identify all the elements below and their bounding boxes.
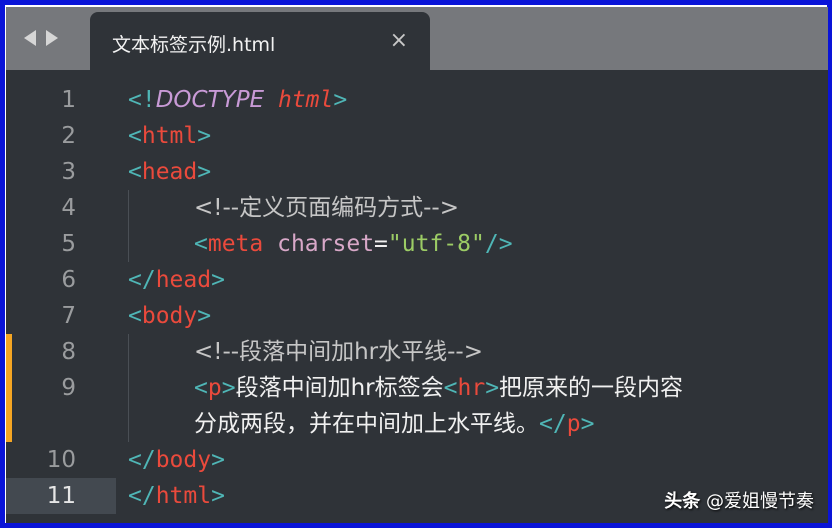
code-token: > (211, 483, 225, 509)
code-token: html (141, 123, 198, 149)
code-line[interactable]: 4 <!--定义页面编码方式--> (6, 190, 828, 226)
code-token: < (128, 303, 142, 329)
code-token: < (194, 231, 208, 257)
code-token: = (374, 231, 388, 257)
code-editor[interactable]: 1 <!DOCTYPE html> 2 <html> 3 <head> 4 <!--定义页面编… (6, 70, 828, 523)
code-content: <body> (128, 298, 211, 334)
tab-active-file[interactable]: 文本标签示例.html × (90, 12, 430, 70)
code-token: </ (128, 267, 156, 293)
code-token: > (580, 411, 595, 437)
code-token: body (141, 303, 198, 329)
code-content: <html> (128, 118, 211, 154)
code-line[interactable]: 5 <meta charset="utf-8"/> (6, 226, 828, 262)
code-token: </ (128, 483, 156, 509)
code-line[interactable]: 10 </body> (6, 442, 828, 478)
watermark: 头条 @爱姐慢节奏 (664, 487, 814, 513)
tab-navigation (24, 27, 58, 49)
line-number: 1 (61, 87, 76, 113)
code-token: > (211, 267, 225, 293)
back-arrow-icon[interactable] (24, 30, 36, 46)
code-token: hr (457, 375, 486, 401)
code-token: p (566, 411, 581, 437)
code-content: </html> (128, 478, 225, 514)
code-token: body (155, 447, 212, 473)
code-token: p (207, 375, 222, 401)
code-token: </ (128, 447, 156, 473)
code-token: > (485, 375, 500, 401)
code-token: > (197, 303, 212, 329)
code-line[interactable]: 6 </head> (6, 262, 828, 298)
code-token: 段落中间加hr标签会 (235, 375, 444, 401)
code-token: html (277, 87, 334, 113)
tab-title: 文本标签示例.html (112, 34, 276, 56)
code-token: < (443, 375, 458, 401)
tab-bar: 文本标签示例.html × (6, 7, 828, 70)
code-line[interactable]: 1 <!DOCTYPE html> (6, 82, 828, 118)
code-token: <!--定义页面编码方式--> (194, 195, 459, 221)
line-number: 8 (61, 339, 76, 365)
code-line[interactable]: 分成两段，并在中间加上水平线。</p> (6, 406, 828, 442)
watermark-handle: @爱姐慢节奏 (706, 491, 814, 512)
line-number: 7 (61, 303, 76, 329)
code-token: 把原来的一段内容 (499, 375, 684, 401)
code-token: > (221, 375, 236, 401)
watermark-brand: 头条 (664, 491, 701, 512)
line-number: 9 (61, 375, 76, 401)
code-line[interactable]: 7 <body> (6, 298, 828, 334)
line-number: 11 (46, 483, 76, 509)
line-number: 2 (61, 123, 76, 149)
code-token: /> (484, 231, 513, 257)
code-token: "utf-8" (387, 231, 485, 257)
code-token: charset (277, 231, 375, 257)
code-content: <!--段落中间加hr水平线--> (194, 334, 483, 370)
forward-arrow-icon[interactable] (46, 30, 58, 46)
code-line[interactable]: 8 <!--段落中间加hr水平线--> (6, 334, 828, 370)
code-content: <!DOCTYPE html> (128, 82, 347, 118)
code-content: </head> (128, 262, 225, 298)
close-icon[interactable]: × (390, 28, 408, 53)
code-content: <p>段落中间加hr标签会<hr>把原来的一段内容 (194, 370, 683, 406)
code-token: > (197, 123, 212, 149)
code-content: </body> (128, 442, 225, 478)
editor-window: 文本标签示例.html × 1 <!DOCTYPE html> 2 <html> 3 <h… (6, 7, 828, 523)
code-token: < (128, 87, 142, 113)
code-token: > (197, 159, 212, 185)
code-token: 分成两段，并在中间加上水平线。 (194, 411, 539, 437)
code-token: ! (141, 87, 156, 113)
code-line[interactable]: 9 <p>段落中间加hr标签会<hr>把原来的一段内容 (6, 370, 828, 406)
code-content: 分成两段，并在中间加上水平线。</p> (194, 406, 594, 442)
code-token: < (194, 375, 208, 401)
line-number: 6 (61, 267, 76, 293)
code-token: </ (539, 411, 567, 437)
code-token: < (128, 123, 142, 149)
code-token: head (155, 267, 212, 293)
code-line[interactable]: 2 <html> (6, 118, 828, 154)
code-token: meta (207, 231, 264, 257)
code-content: <!--定义页面编码方式--> (194, 190, 459, 226)
code-token: DOCTYPE (155, 87, 265, 113)
line-number: 3 (61, 159, 76, 185)
code-token: html (155, 483, 212, 509)
code-token: < (128, 159, 142, 185)
line-number: 4 (61, 195, 76, 221)
code-token: <!--段落中间加hr水平线--> (194, 339, 483, 365)
code-line[interactable]: 3 <head> (6, 154, 828, 190)
code-content: <meta charset="utf-8"/> (194, 226, 513, 262)
line-number: 5 (61, 231, 76, 257)
code-token: > (211, 447, 225, 473)
code-token: head (141, 159, 198, 185)
code-content: <head> (128, 154, 211, 190)
code-token: > (333, 87, 348, 113)
line-number: 10 (46, 447, 76, 473)
